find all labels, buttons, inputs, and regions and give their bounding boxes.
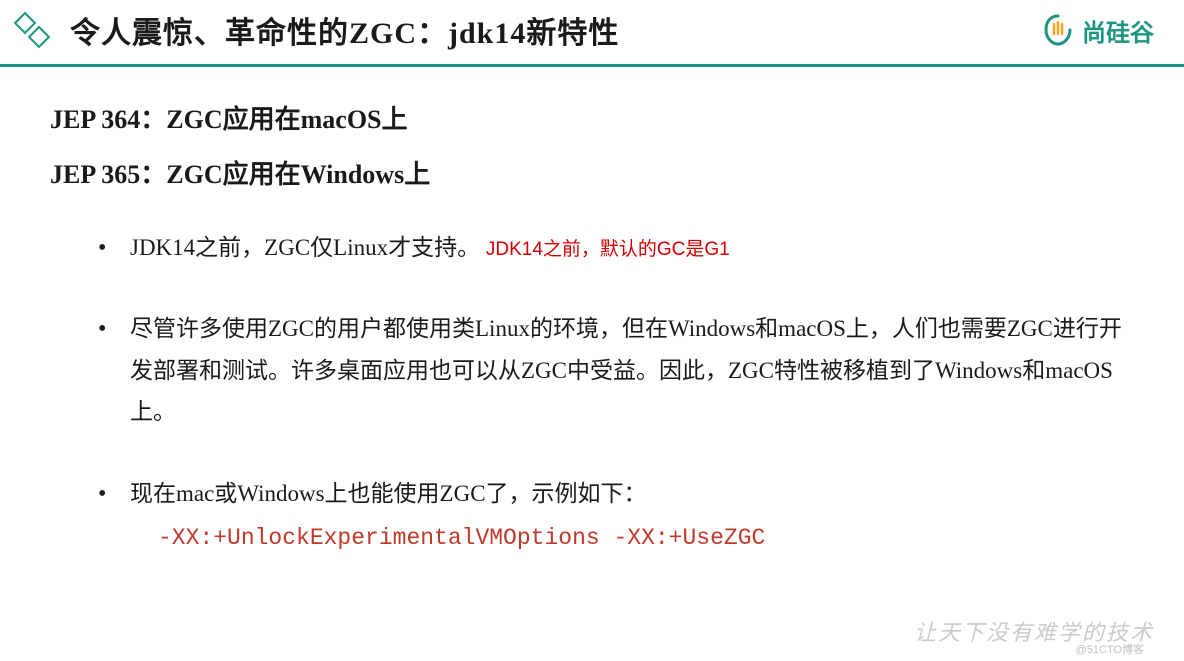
slide-title: 令人震惊、革命性的ZGC：jdk14新特性 [70, 8, 619, 52]
diamond-icon [12, 10, 52, 50]
brand-icon [1040, 12, 1076, 48]
brand-logo: 尚硅谷 [1040, 12, 1154, 48]
header-left: 令人震惊、革命性的ZGC：jdk14新特性 [12, 8, 619, 52]
bullet-annotation-1: JDK14之前，默认的GC是G1 [486, 239, 730, 260]
slide-header: 令人震惊、革命性的ZGC：jdk14新特性 尚硅谷 [0, 0, 1184, 67]
bullet-item-2: 尽管许多使用ZGC的用户都使用类Linux的环境，但在Windows和macOS… [98, 308, 1134, 432]
bullet-list: JDK14之前，ZGC仅Linux才支持。 JDK14之前，默认的GC是G1 尽… [50, 227, 1134, 559]
code-example: -XX:+UnlockExperimentalVMOptions -XX:+Us… [130, 518, 1134, 559]
watermark: @51CTO博客 [1076, 641, 1144, 657]
jep-heading-364: JEP 364：ZGC应用在macOS上 [50, 99, 1134, 136]
slide-content: JEP 364：ZGC应用在macOS上 JEP 365：ZGC应用在Windo… [0, 67, 1184, 559]
brand-name: 尚硅谷 [1082, 13, 1154, 48]
bullet-item-3: 现在mac或Windows上也能使用ZGC了，示例如下： -XX:+Unlock… [98, 473, 1134, 560]
bullet-item-1: JDK14之前，ZGC仅Linux才支持。 JDK14之前，默认的GC是G1 [98, 227, 1134, 268]
jep-heading-365: JEP 365：ZGC应用在Windows上 [50, 154, 1134, 191]
bullet-text-1: JDK14之前，ZGC仅Linux才支持。 [130, 235, 480, 260]
bullet-text-3: 现在mac或Windows上也能使用ZGC了，示例如下： [130, 481, 647, 506]
